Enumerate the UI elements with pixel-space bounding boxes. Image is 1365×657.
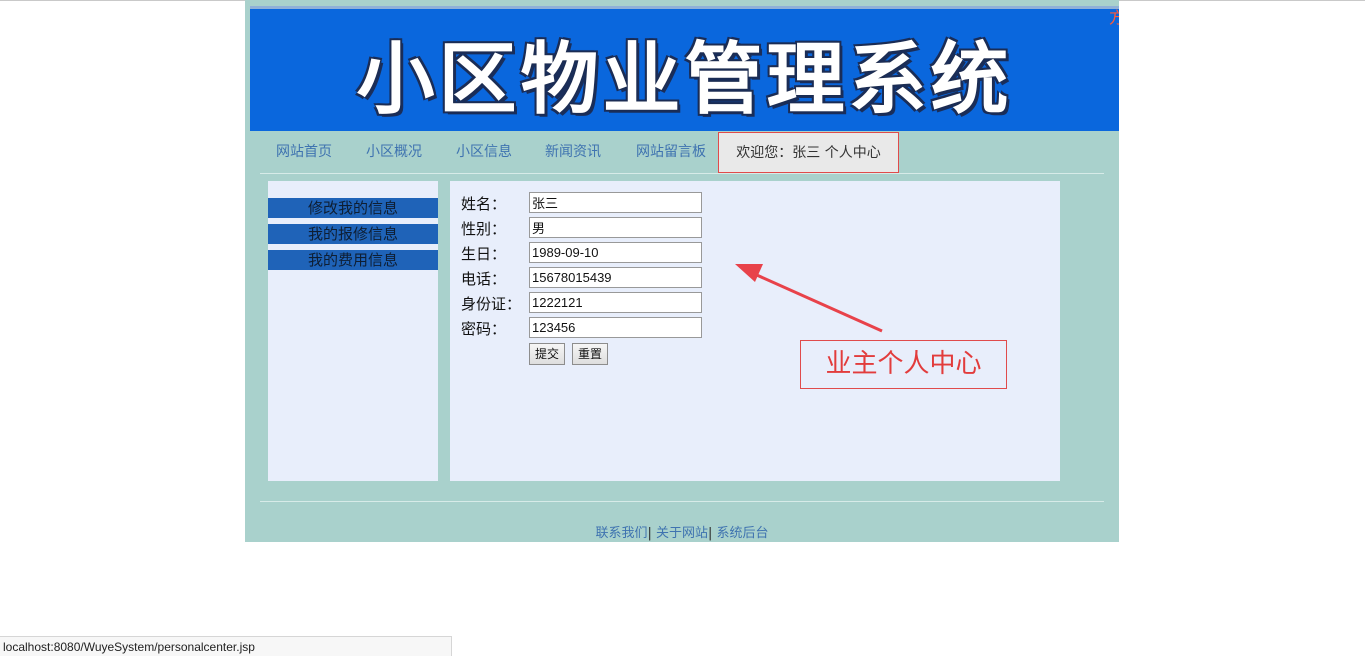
annotation-label: 业主个人中心: [800, 340, 1007, 389]
footer: 联系我们| 关于网站| 系统后台: [245, 522, 1119, 541]
browser-status-bar: localhost:8080/WuyeSystem/personalcenter…: [0, 636, 452, 656]
footer-link-contact[interactable]: 联系我们: [595, 526, 647, 541]
page-container: 小区物业管理系统 方 网站首页 小区概况 小区信息 新闻资讯 网站留言板 欢迎您…: [245, 0, 1119, 542]
annotation-arrow-line: [749, 270, 883, 333]
footer-link-admin[interactable]: 系统后台: [717, 526, 769, 541]
footer-separator: |: [708, 526, 713, 541]
footer-separator: |: [647, 526, 652, 541]
footer-link-about[interactable]: 关于网站: [656, 526, 708, 541]
annotation-arrow-head: [735, 264, 763, 282]
footer-divider: [260, 501, 1104, 502]
annotation-arrow-icon: [735, 264, 883, 333]
